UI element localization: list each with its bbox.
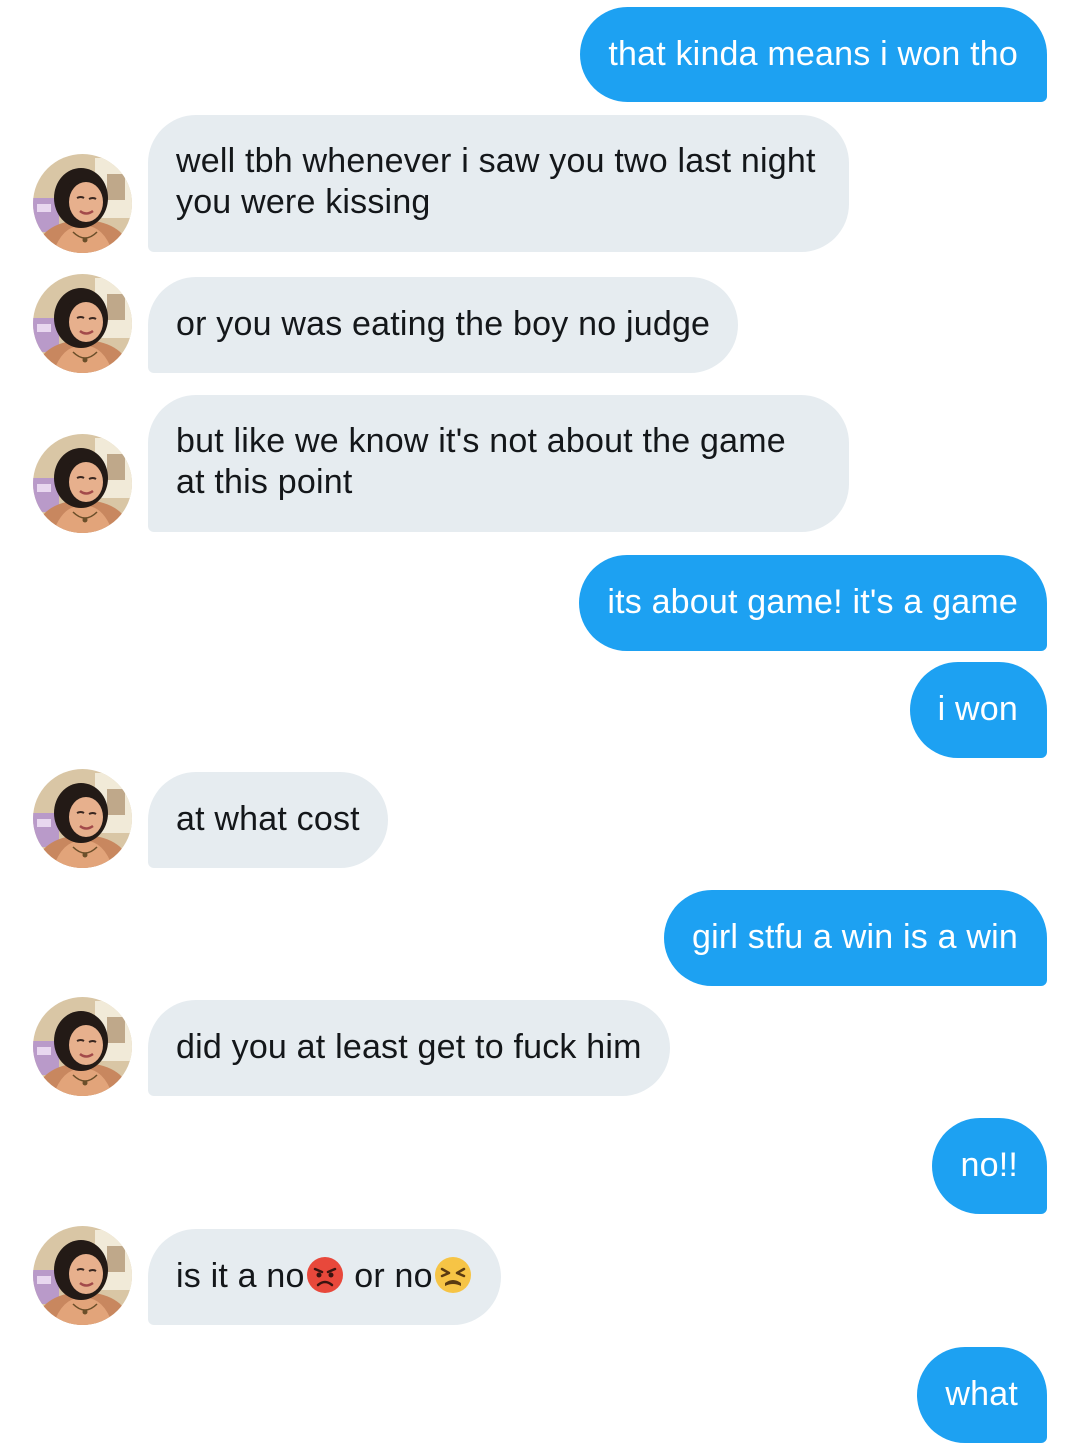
user-avatar-icon (33, 1226, 132, 1325)
message-bubble-incoming[interactable]: at what cost (148, 772, 388, 868)
user-avatar-icon (33, 769, 132, 868)
user-avatar-icon (33, 274, 132, 373)
avatar[interactable] (33, 997, 132, 1096)
message-bubble-incoming[interactable]: is it a no or no (148, 1229, 501, 1325)
user-avatar-icon (33, 154, 132, 253)
tired-face-icon (434, 1257, 471, 1293)
message-bubble-outgoing[interactable]: that kinda means i won tho (580, 7, 1047, 102)
message-bubble-outgoing[interactable]: what (917, 1347, 1047, 1443)
message-bubble-incoming[interactable]: well tbh whenever i saw you two last nig… (148, 115, 849, 252)
message-bubble-outgoing[interactable]: its about game! it's a game (579, 555, 1047, 651)
angry-face-icon (306, 1257, 343, 1293)
message-bubble-outgoing[interactable]: no!! (932, 1118, 1047, 1214)
avatar[interactable] (33, 434, 132, 533)
avatar[interactable] (33, 769, 132, 868)
user-avatar-icon (33, 434, 132, 533)
message-text: or no (344, 1257, 433, 1295)
user-avatar-icon (33, 997, 132, 1096)
message-text: is it a no (176, 1257, 305, 1295)
message-bubble-outgoing[interactable]: i won (909, 662, 1047, 758)
message-bubble-incoming[interactable]: or you was eating the boy no judge (148, 277, 739, 373)
avatar[interactable] (33, 1226, 132, 1325)
avatar[interactable] (33, 274, 132, 373)
message-bubble-outgoing[interactable]: girl stfu a win is a win (663, 890, 1047, 986)
message-bubble-incoming[interactable]: did you at least get to fuck him (148, 1000, 670, 1096)
message-bubble-incoming[interactable]: but like we know it's not about the game… (148, 395, 849, 532)
avatar[interactable] (33, 154, 132, 253)
